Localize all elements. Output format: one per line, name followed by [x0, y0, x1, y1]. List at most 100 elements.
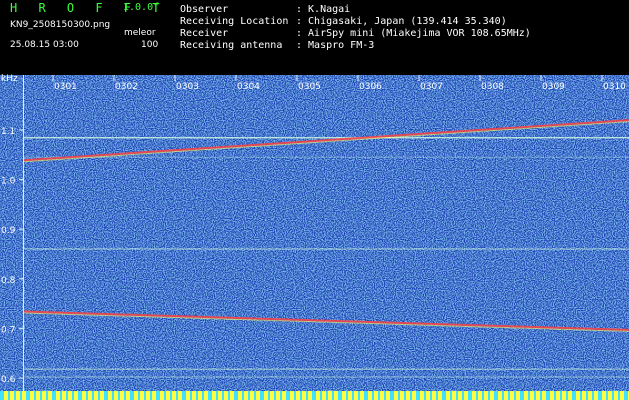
bottom-band-cell	[626, 391, 628, 400]
bottom-band-cell	[308, 391, 310, 400]
bottom-band-cell	[228, 391, 230, 400]
bottom-band-cell	[230, 391, 232, 400]
bottom-band-cell	[94, 391, 96, 400]
bottom-band-cell	[620, 391, 622, 400]
bottom-band-cell	[34, 391, 36, 400]
bottom-band-cell	[380, 391, 382, 400]
bottom-band-cell	[478, 391, 480, 400]
bottom-band-cell	[18, 391, 20, 400]
bottom-band-cell	[514, 391, 516, 400]
bottom-band-cell	[168, 391, 170, 400]
bottom-band-cell	[2, 391, 4, 400]
bottom-band-cell	[332, 391, 334, 400]
bottom-band-cell	[336, 391, 338, 400]
bottom-band-cell	[498, 391, 500, 400]
bottom-band-cell	[274, 391, 276, 400]
bottom-band-cell	[284, 391, 286, 400]
y-tick-label: 0.6	[1, 375, 16, 385]
bottom-band-cell	[350, 391, 352, 400]
bottom-band-cell	[412, 391, 414, 400]
bottom-band-cell	[494, 391, 496, 400]
bottom-band-cell	[578, 391, 580, 400]
bottom-band-cell	[64, 391, 66, 400]
bottom-band-cell	[126, 391, 128, 400]
bottom-band-cell	[118, 391, 120, 400]
bottom-band-cell	[370, 391, 372, 400]
bottom-band-cell	[220, 391, 222, 400]
spectrogram-plot: 1.1 1.0 0.9 0.8 0.7 0.6 0301 0302 0303 0304 0305 0…	[0, 75, 629, 400]
bottom-band-cell	[242, 391, 244, 400]
bottom-band-cell	[124, 391, 126, 400]
bottom-band-cell	[36, 391, 38, 400]
bottom-band-cell	[24, 391, 26, 400]
time-tick-label: 0305	[298, 82, 321, 92]
bottom-band-cell	[188, 391, 190, 400]
bottom-band-cell	[486, 391, 488, 400]
bottom-band-cell	[600, 391, 602, 400]
bottom-band-cell	[16, 391, 18, 400]
bottom-band-cell	[330, 391, 332, 400]
bottom-band-cell	[424, 391, 426, 400]
bottom-band-cell	[52, 391, 54, 400]
bottom-band-cell	[408, 391, 410, 400]
bottom-band-cell	[40, 391, 42, 400]
bottom-band-cell	[152, 391, 154, 400]
bottom-band-cell	[10, 391, 12, 400]
bottom-band-cell	[622, 391, 624, 400]
bottom-band-cell	[92, 391, 94, 400]
bottom-band-cell	[576, 391, 578, 400]
bottom-band-cell	[358, 391, 360, 400]
bottom-band-cell	[154, 391, 156, 400]
bottom-band-cell	[312, 391, 314, 400]
bottom-band-cell	[240, 391, 242, 400]
bottom-band-cell	[338, 391, 340, 400]
bottom-band-cell	[474, 391, 476, 400]
bottom-band-cell	[70, 391, 72, 400]
bottom-band-cell	[182, 391, 184, 400]
bottom-band-cell	[388, 391, 390, 400]
bottom-band-cell	[88, 391, 90, 400]
bottom-band-cell	[512, 391, 514, 400]
bottom-band-cell	[368, 391, 370, 400]
bottom-band-cell	[282, 391, 284, 400]
bottom-band-cell	[452, 391, 454, 400]
bottom-band-cell	[516, 391, 518, 400]
bottom-band-cell	[156, 391, 158, 400]
bottom-band-cell	[84, 391, 86, 400]
bottom-band-cell	[406, 391, 408, 400]
bottom-band-cell	[186, 391, 188, 400]
bottom-band-cell	[398, 391, 400, 400]
y-tick-label: 1.0	[1, 177, 16, 187]
bottom-band-cell	[464, 391, 466, 400]
bottom-band-cell	[472, 391, 474, 400]
bottom-band-cell	[164, 391, 166, 400]
bottom-band-cell	[524, 391, 526, 400]
bottom-band-cell	[246, 391, 248, 400]
bottom-band-cell	[444, 391, 446, 400]
bottom-band-cell	[414, 391, 416, 400]
bottom-band-cell	[592, 391, 594, 400]
bottom-band-cell	[296, 391, 298, 400]
bottom-band-cell	[614, 391, 616, 400]
bottom-band-cell	[50, 391, 52, 400]
bottom-band-cell	[310, 391, 312, 400]
bottom-band-cell	[106, 391, 108, 400]
bottom-band-cell	[120, 391, 122, 400]
bottom-band-cell	[104, 391, 106, 400]
bottom-band-cell	[114, 391, 116, 400]
bottom-band-cell	[210, 391, 212, 400]
bottom-band-cell	[432, 391, 434, 400]
bottom-band-cell	[66, 391, 68, 400]
bottom-band-cell	[90, 391, 92, 400]
bottom-band-cell	[266, 391, 268, 400]
bottom-band-cell	[174, 391, 176, 400]
time-tick-label: 0302	[115, 82, 138, 92]
bottom-band-cell	[598, 391, 600, 400]
bottom-band-cell	[262, 391, 264, 400]
bottom-band-cell	[436, 391, 438, 400]
bottom-band-cell	[208, 391, 210, 400]
bottom-band-cell	[422, 391, 424, 400]
bottom-band-cell	[502, 391, 504, 400]
bottom-band-cell	[326, 391, 328, 400]
bottom-band-cell	[206, 391, 208, 400]
